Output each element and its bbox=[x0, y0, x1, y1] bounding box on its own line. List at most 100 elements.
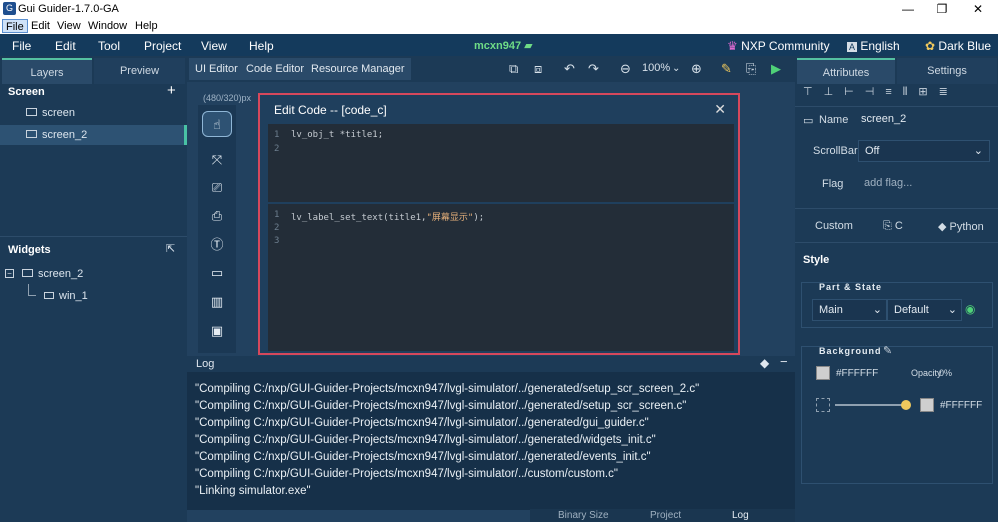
tab-code-editor[interactable]: Code Editor bbox=[240, 58, 311, 80]
state-select[interactable]: Default ⌄ bbox=[887, 299, 962, 321]
undo-icon[interactable]: ↶ bbox=[564, 61, 575, 77]
language-selector[interactable]: A English bbox=[847, 39, 900, 53]
divider bbox=[0, 236, 187, 237]
window-icon bbox=[44, 291, 54, 299]
gradient-color-swatch[interactable] bbox=[920, 398, 934, 412]
tab-layers[interactable]: Layers bbox=[2, 58, 92, 84]
minimize-log-icon[interactable]: − bbox=[780, 354, 788, 369]
menu-tool[interactable]: Tool bbox=[98, 39, 120, 53]
distribute-icon[interactable]: ⧉ bbox=[509, 61, 518, 77]
name-label: Name bbox=[819, 114, 849, 126]
scrollbar-select[interactable]: Off ⌄ bbox=[858, 140, 990, 162]
bg-color-swatch[interactable] bbox=[816, 366, 830, 380]
layout-widget-icon[interactable]: ⎙ bbox=[202, 203, 232, 229]
edit-code-dialog: Edit Code -- [code_c] ✕ 1 2 lv_obj_t *ti… bbox=[258, 93, 740, 355]
chart-widget-icon[interactable]: ▥ bbox=[202, 289, 232, 315]
maximize-button[interactable]: ❐ bbox=[924, 1, 960, 17]
screen-item-screen-2[interactable]: screen_2 bbox=[0, 125, 187, 145]
os-menu-edit[interactable]: Edit bbox=[28, 19, 53, 33]
zoom-level[interactable]: 100% bbox=[642, 62, 670, 74]
log-title: Log bbox=[196, 358, 215, 370]
line-number: 3 bbox=[274, 236, 280, 246]
part-select[interactable]: Main ⌄ bbox=[812, 299, 887, 321]
menu-project[interactable]: Project bbox=[144, 39, 181, 53]
screen-item-screen[interactable]: screen bbox=[0, 103, 187, 123]
name-input[interactable]: screen_2 bbox=[855, 110, 990, 130]
label-widget-icon[interactable]: Ⓣ bbox=[202, 232, 232, 258]
run-icon[interactable]: ▶ bbox=[771, 61, 781, 77]
menu-edit[interactable]: Edit bbox=[55, 39, 76, 53]
generate-code-icon[interactable]: ⎘ bbox=[746, 61, 756, 77]
os-menu-view[interactable]: View bbox=[54, 19, 84, 33]
os-menu-file[interactable]: File bbox=[2, 19, 28, 33]
gradient-slider[interactable] bbox=[835, 404, 905, 406]
add-screen-icon[interactable]: + bbox=[167, 82, 176, 99]
custom-python-button[interactable]: ◆ Python bbox=[938, 220, 984, 233]
image-widget-icon[interactable]: ▣ bbox=[202, 318, 232, 344]
close-window-button[interactable]: ✕ bbox=[960, 1, 996, 17]
flag-input[interactable]: add flag... bbox=[858, 173, 990, 195]
container-widget-icon[interactable]: ⎚ bbox=[202, 175, 232, 201]
custom-c-button[interactable]: ⎘ C bbox=[883, 220, 903, 233]
tab-project[interactable]: Project bbox=[650, 510, 681, 521]
right-panel: Attributes Settings ⊤⊥⊢⊣≡⫴⊞≣ ▭ Name scre… bbox=[795, 56, 998, 522]
os-menu-help[interactable]: Help bbox=[132, 19, 161, 33]
language-icon: A bbox=[847, 42, 858, 52]
background-label: Background bbox=[819, 346, 882, 356]
divider bbox=[795, 106, 998, 107]
scrollbar-label: ScrollBar bbox=[813, 145, 858, 157]
button-widget-icon[interactable]: ▭ bbox=[202, 260, 232, 286]
eye-icon[interactable]: ◉ bbox=[965, 302, 975, 316]
gradient-icon[interactable] bbox=[816, 398, 830, 412]
widget-item-screen-2[interactable]: screen_2 bbox=[22, 264, 83, 284]
menu-file[interactable]: File bbox=[12, 39, 31, 53]
menu-help[interactable]: Help bbox=[249, 39, 274, 53]
group-icon[interactable]: ⧈ bbox=[534, 61, 542, 77]
os-menu-window[interactable]: Window bbox=[85, 19, 130, 33]
theme-selector[interactable]: ✿ Dark Blue bbox=[925, 39, 991, 53]
align-icons[interactable]: ⊤⊥⊢⊣≡⫴⊞≣ bbox=[803, 85, 959, 99]
tab-resource-manager[interactable]: Resource Manager bbox=[305, 58, 411, 80]
tab-ui-editor[interactable]: UI Editor bbox=[189, 58, 244, 80]
gradient-slider-handle[interactable] bbox=[901, 400, 911, 410]
redo-icon[interactable]: ↷ bbox=[588, 61, 599, 77]
center-toolbar: UI Editor Code Editor Resource Manager ⧉… bbox=[187, 56, 795, 82]
gradient-color-value[interactable]: #FFFFFF bbox=[940, 400, 982, 411]
minimize-button[interactable]: — bbox=[890, 1, 926, 17]
chevron-down-icon: ⌄ bbox=[973, 145, 983, 157]
log-line: "Compiling C:/nxp/GUI-Guider-Projects/mc… bbox=[195, 383, 700, 395]
chevron-down-icon: ⌄ bbox=[947, 304, 957, 316]
zoom-out-icon[interactable]: ⊖ bbox=[620, 61, 631, 77]
collapse-tools-icon[interactable]: ⤧ bbox=[202, 147, 232, 173]
log-header: Log ◆ − bbox=[187, 354, 795, 372]
left-panel: Layers Preview Screen + screen screen_2 … bbox=[0, 56, 187, 522]
flag-label: Flag bbox=[822, 178, 844, 190]
tab-settings[interactable]: Settings bbox=[897, 58, 997, 84]
log-line: "Compiling C:/nxp/GUI-Guider-Projects/mc… bbox=[195, 434, 656, 446]
chevron-down-icon[interactable]: ⌄ bbox=[672, 63, 680, 74]
clear-log-icon[interactable]: ◆ bbox=[760, 356, 769, 370]
resolution-label: (480/320)px bbox=[203, 93, 252, 103]
widget-item-win-1[interactable]: win_1 bbox=[44, 286, 88, 306]
nxp-community-link[interactable]: ♛ NXP Community bbox=[727, 39, 830, 53]
bottom-tabbar: Binary Size Project Log bbox=[530, 509, 795, 522]
tab-log[interactable]: Log bbox=[732, 510, 749, 521]
zoom-in-icon[interactable]: ⊕ bbox=[691, 61, 702, 77]
widgets-section-title: Widgets bbox=[8, 244, 51, 256]
code-editor-declarations[interactable]: 1 2 lv_obj_t *title1; bbox=[268, 124, 734, 202]
divider bbox=[795, 208, 998, 209]
bg-color-value[interactable]: #FFFFFF bbox=[836, 368, 878, 379]
close-icon[interactable]: ✕ bbox=[714, 101, 726, 118]
tab-binary-size[interactable]: Binary Size bbox=[558, 510, 609, 521]
code-editor-body[interactable]: 1 2 3 lv_label_set_text(title1,"屏幕显示"); bbox=[268, 204, 734, 351]
clean-icon[interactable]: ✎ bbox=[721, 61, 732, 77]
pointer-tool-icon[interactable]: ☝ bbox=[202, 111, 232, 137]
tab-preview[interactable]: Preview bbox=[94, 58, 185, 84]
menu-view[interactable]: View bbox=[201, 39, 227, 53]
folder-icon: ▰ bbox=[524, 40, 533, 52]
collapse-icon[interactable]: − bbox=[5, 269, 14, 278]
opacity-value[interactable]: 0% bbox=[939, 368, 952, 378]
tab-attributes[interactable]: Attributes bbox=[797, 58, 895, 84]
popout-icon[interactable]: ⇱ bbox=[166, 242, 175, 255]
chevron-down-icon: ⌄ bbox=[872, 304, 882, 316]
